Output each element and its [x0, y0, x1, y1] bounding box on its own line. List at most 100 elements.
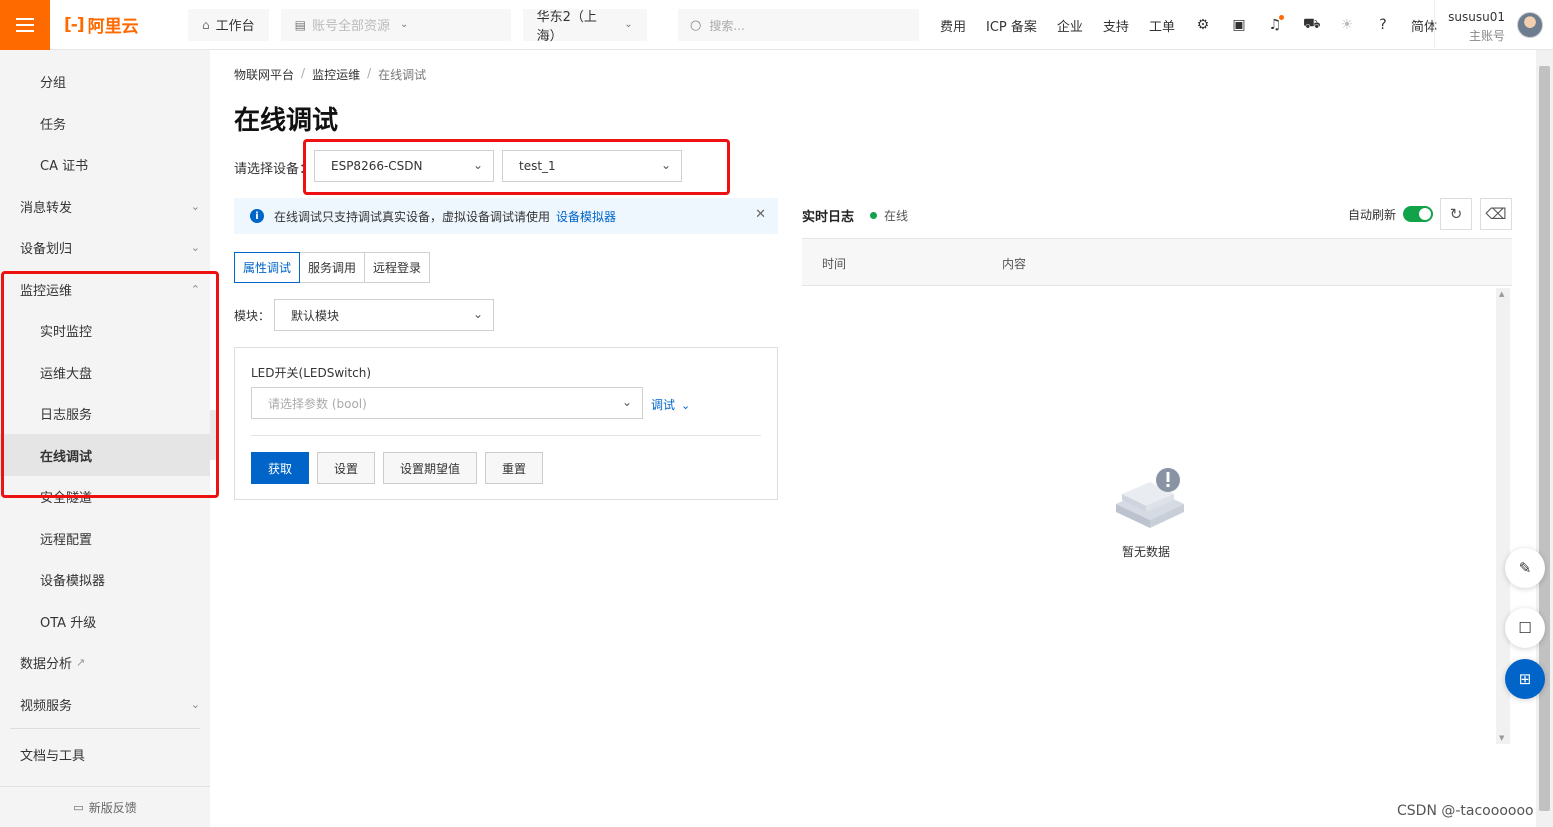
chat-float-button[interactable]: ☐: [1505, 608, 1545, 648]
breadcrumb-monitoring[interactable]: 监控运维: [312, 66, 360, 83]
chevron-down-icon: ⌄: [472, 158, 483, 172]
sidebar-item-label: 运维大盘: [40, 366, 93, 382]
workbench-button[interactable]: ⌂ 工作台: [188, 8, 269, 41]
chat-icon: ☐: [1518, 619, 1532, 637]
scroll-up-icon[interactable]: ▲: [1499, 290, 1504, 298]
sidebar-item-label: 设备划归: [20, 241, 73, 257]
chevron-down-icon: ⌄: [624, 19, 633, 30]
breadcrumb: 物联网平台 / 监控运维 / 在线调试: [234, 66, 426, 83]
sidebar-item-label: 视频服务: [20, 698, 73, 714]
close-icon[interactable]: ✕: [755, 207, 766, 222]
sidebar-item-log-service[interactable]: 日志服务: [0, 393, 210, 433]
product-value: ESP8266-CSDN: [331, 159, 423, 173]
resource-selector[interactable]: ▤ 账号全部资源 ⌄: [280, 8, 511, 41]
bell-icon[interactable]: ♫: [1267, 15, 1284, 33]
sidebar-item-label: CA 证书: [40, 158, 89, 174]
simulator-link[interactable]: 设备模拟器: [556, 208, 616, 225]
sidebar-item-label: 任务: [40, 117, 67, 133]
sidebar-item-message-forwarding[interactable]: 消息转发 ⌄: [0, 186, 210, 226]
sidebar-item-monitoring[interactable]: 监控运维 ⌃: [0, 269, 210, 309]
set-button[interactable]: 设置: [317, 452, 375, 484]
chevron-down-icon: ⌄: [472, 307, 483, 321]
sidebar-item-task[interactable]: 任务: [0, 103, 210, 143]
nav-support[interactable]: 支持: [1103, 16, 1129, 35]
sidebar-item-remote-config[interactable]: 远程配置: [0, 518, 210, 558]
scroll-down-icon[interactable]: ▼: [1499, 734, 1504, 742]
log-table-header: 时间 内容: [802, 239, 1512, 286]
product-select[interactable]: ESP8266-CSDN ⌄: [314, 150, 494, 182]
tab-service-call[interactable]: 服务调用: [299, 252, 366, 283]
feedback-label: 新版反馈: [88, 800, 137, 815]
terminal-icon[interactable]: ▣: [1231, 17, 1247, 33]
nav-enterprise[interactable]: 企业: [1057, 16, 1083, 35]
chevron-down-icon: ⌄: [621, 395, 632, 409]
auto-refresh-toggle[interactable]: [1403, 206, 1433, 222]
edit-float-button[interactable]: ✎: [1505, 548, 1545, 588]
info-notice: i 在线调试只支持调试真实设备，虚拟设备调试请使用 设备模拟器 ✕: [234, 198, 778, 234]
bulb-icon[interactable]: ☀: [1339, 17, 1355, 33]
module-select[interactable]: 默认模块 ⌄: [274, 299, 494, 331]
menu-button[interactable]: [0, 0, 50, 50]
set-desired-button[interactable]: 设置期望值: [383, 452, 477, 484]
apps-float-button[interactable]: ⊞: [1505, 659, 1545, 699]
resource-icon: ▤: [294, 17, 306, 32]
page-scrollbar-thumb[interactable]: [1539, 66, 1550, 811]
nav-fee[interactable]: 费用: [940, 16, 966, 35]
sidebar-collapse-handle[interactable]: [210, 410, 218, 460]
module-label: 模块：: [234, 309, 271, 323]
sidebar-item-docs-tools[interactable]: 文档与工具: [0, 734, 210, 774]
app-icon[interactable]: ⚙: [1195, 17, 1211, 33]
user-role: 主账号: [1468, 29, 1505, 43]
help-icon[interactable]: ?: [1375, 17, 1391, 33]
notification-dot: [1278, 15, 1284, 20]
breadcrumb-iot[interactable]: 物联网平台: [234, 66, 294, 83]
chevron-down-icon: ⌄: [190, 697, 200, 711]
search-placeholder: 搜索...: [709, 18, 745, 33]
sidebar-item-video-service[interactable]: 视频服务 ⌄: [0, 684, 210, 724]
page-scrollbar[interactable]: [1536, 50, 1553, 827]
reset-button[interactable]: 重置: [485, 452, 543, 484]
feedback-button[interactable]: ▭ 新版反馈: [0, 786, 210, 827]
avatar[interactable]: [1517, 12, 1543, 38]
sidebar-item-label: 远程配置: [40, 532, 93, 548]
sidebar-item-online-debug[interactable]: 在线调试: [0, 434, 210, 476]
pencil-icon: ✎: [1518, 559, 1532, 577]
logo-text: 阿里云: [87, 17, 139, 37]
chevron-down-icon: ⌄: [190, 240, 200, 254]
device-select[interactable]: test_1 ⌄: [502, 150, 682, 182]
empty-data-text: 暂无数据: [1122, 545, 1171, 559]
sidebar-item-label: 在线调试: [40, 449, 93, 465]
debug-dropdown[interactable]: 调试 ⌄: [651, 396, 690, 413]
col-content: 内容: [1002, 257, 1027, 271]
sidebar-item-ota[interactable]: OTA 升级: [0, 601, 210, 641]
nav-ticket[interactable]: 工单: [1149, 16, 1175, 35]
sidebar-item-group[interactable]: 分组: [0, 61, 210, 101]
nav-icp[interactable]: ICP 备案: [986, 16, 1037, 35]
clear-button[interactable]: ⌫: [1480, 198, 1512, 230]
region-selector[interactable]: 华东2（上海） ⌄: [522, 8, 647, 44]
sidebar-item-ops-dashboard[interactable]: 运维大盘: [0, 352, 210, 392]
log-status: 在线: [870, 207, 908, 224]
user-menu[interactable]: sususu01 主账号: [1434, 0, 1553, 50]
tab-property-debug[interactable]: 属性调试: [234, 252, 301, 283]
empty-data-icon: [1116, 468, 1184, 528]
sidebar-item-secure-tunnel[interactable]: 安全隧道: [0, 476, 210, 516]
sidebar-item-device-simulator[interactable]: 设备模拟器: [0, 559, 210, 599]
sidebar-item-data-analysis[interactable]: 数据分析 ↗: [0, 642, 210, 682]
param-select[interactable]: 请选择参数 (bool) ⌄: [251, 387, 643, 419]
sidebar-item-ca[interactable]: CA 证书: [0, 144, 210, 184]
cart-icon[interactable]: ⛟: [1303, 16, 1321, 34]
sidebar-item-label: 设备模拟器: [40, 573, 106, 589]
notice-text: 在线调试只支持调试真实设备，虚拟设备调试请使用: [274, 209, 551, 224]
sidebar-item-device-assignment[interactable]: 设备划归 ⌄: [0, 227, 210, 267]
sidebar-item-realtime-monitor[interactable]: 实时监控: [0, 310, 210, 350]
external-link-icon: ↗: [76, 655, 86, 669]
home-icon: ⌂: [202, 17, 210, 32]
aliyun-logo[interactable]: [-] 阿里云: [64, 12, 174, 38]
tab-remote-login[interactable]: 远程登录: [364, 252, 431, 283]
sidebar-item-label: 实时监控: [40, 324, 93, 340]
refresh-button[interactable]: ↻: [1440, 198, 1472, 230]
refresh-icon: ↻: [1449, 205, 1463, 223]
get-button[interactable]: 获取: [251, 452, 309, 484]
search-input[interactable]: ○ 搜索...: [678, 9, 919, 41]
